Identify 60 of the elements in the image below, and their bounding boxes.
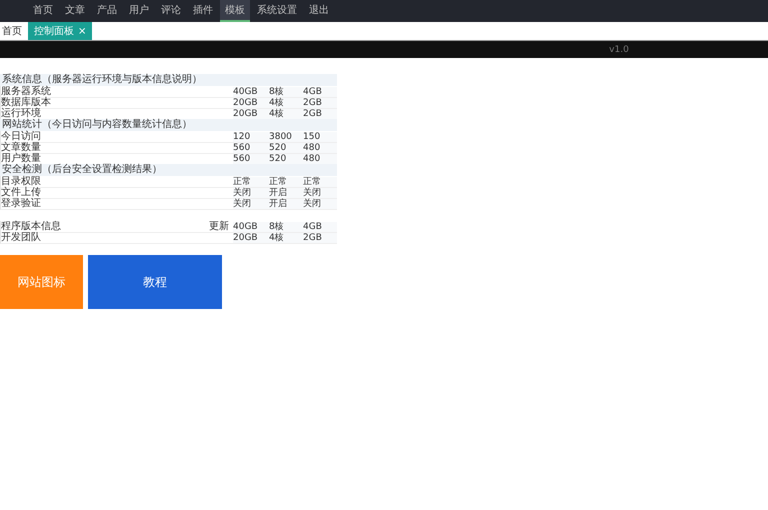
row-label: 数据库版本 [1, 97, 51, 108]
table-cell: 8核 [269, 222, 303, 232]
nav-link[interactable]: 退出 [304, 0, 334, 22]
row-label: 运行环境 [1, 108, 41, 119]
home-tab[interactable]: 首页 [0, 22, 28, 40]
table-cell: 2GB [303, 108, 337, 120]
section-header: 系统信息（服务器运行环境与版本信息说明） [0, 74, 337, 86]
table-cell: 4核 [269, 98, 303, 108]
table-cell: 40GB [233, 86, 269, 98]
nav-link[interactable]: 文章 [60, 0, 90, 22]
table-cell: 560 [233, 154, 269, 164]
nav-link[interactable]: 插件 [188, 0, 218, 22]
row-label: 登录验证 [1, 198, 41, 209]
table-cell: 120 [233, 132, 269, 142]
table-cell: 20GB [233, 108, 269, 120]
row-label: 文章数量 [1, 142, 41, 153]
nav-link[interactable]: 用户 [124, 0, 154, 22]
row-label: 程序版本信息 [1, 221, 61, 232]
table-cell: 4GB [303, 86, 337, 98]
table-cell: 4GB [303, 222, 337, 232]
row-label: 服务器系统 [1, 86, 51, 97]
row-label: 用户数量 [1, 153, 41, 164]
section-header: 安全检测（后台安全设置检测结果） [0, 164, 337, 176]
table-cell: 150 [303, 132, 337, 142]
table-cell: 正常 [233, 176, 269, 188]
table-cell: 关闭 [303, 198, 337, 210]
table-cell: 4核 [269, 108, 303, 120]
nav-link[interactable]: 评论 [156, 0, 186, 22]
table-cell: 480 [303, 154, 337, 164]
table-cell: 8核 [269, 86, 303, 98]
table-cell: 关闭 [233, 198, 269, 210]
row-label: 开发团队 [1, 232, 41, 243]
table-cell: 开启 [269, 198, 303, 210]
nav-link[interactable]: 模板 [220, 0, 250, 22]
table-cell: 480 [303, 142, 337, 154]
table-cell: 520 [269, 154, 303, 164]
table-cell: 关闭 [303, 188, 337, 198]
table-cell: 正常 [303, 176, 337, 188]
row-label: 今日访问 [1, 131, 41, 142]
nav-link[interactable]: 首页 [28, 0, 58, 22]
table-cell: 4核 [269, 232, 303, 244]
table-cell: 20GB [233, 98, 269, 108]
section-header: 网站统计（今日访问与内容数量统计信息） [0, 119, 337, 131]
row-note: 更新 [209, 221, 229, 232]
status-text: v1.0 [609, 44, 629, 54]
table-cell: 3800 [269, 132, 303, 142]
table-cell: 20GB [233, 232, 269, 244]
table-cell: 正常 [269, 176, 303, 188]
table-cell: 2GB [303, 232, 337, 244]
table-cell: 开启 [269, 188, 303, 198]
row-label: 目录权限 [1, 176, 41, 187]
table-cell: 560 [233, 142, 269, 154]
table-cell: 关闭 [233, 188, 269, 198]
table-cell: 40GB [233, 222, 269, 232]
nav-link[interactable]: 产品 [92, 0, 122, 22]
row-label: 文件上传 [1, 187, 41, 198]
tile-button[interactable]: 教程 [88, 255, 222, 309]
table-cell: 2GB [303, 98, 337, 108]
table-cell: 520 [269, 142, 303, 154]
nav-link[interactable]: 系统设置 [252, 0, 302, 22]
